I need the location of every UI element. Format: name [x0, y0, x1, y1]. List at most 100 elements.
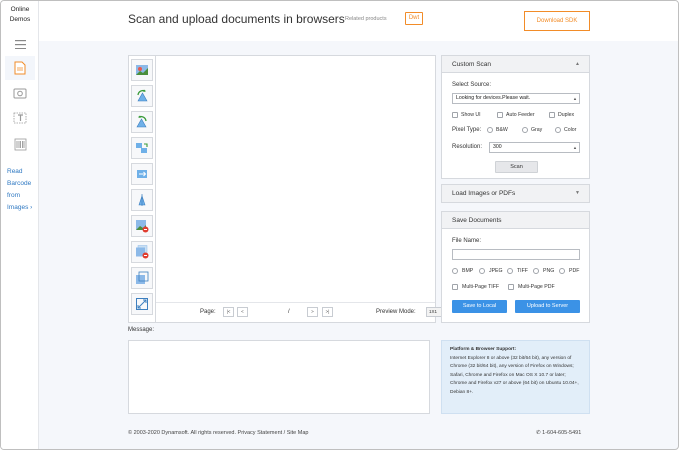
- select-image-icon[interactable]: [131, 59, 153, 81]
- resolution-select[interactable]: 300 ▲: [489, 142, 580, 153]
- left-sidebar: Online Demos Read Barcode from Images ›: [1, 1, 39, 449]
- platform-support-title: Platform & Browser Support:: [450, 347, 517, 352]
- mirror-icon[interactable]: [131, 137, 153, 159]
- custom-scan-panel: Custom Scan ▲ Select Source: Looking for…: [441, 55, 590, 179]
- source-select-value: Looking for devices.Please wait.: [456, 95, 531, 101]
- multipage-pdf-checkbox[interactable]: [508, 284, 514, 290]
- footer-phone-number: 1-604-605-5491: [542, 430, 582, 436]
- brand-line2: Demos: [9, 16, 31, 23]
- footer-phone: ✆ 1-604-605-5491: [536, 430, 581, 436]
- remove-all-icon[interactable]: [131, 241, 153, 263]
- viewer-toolbar: [129, 56, 156, 322]
- multipage-tiff-label: Multi-Page TIFF: [462, 284, 500, 290]
- footer-copyright: © 2003-2020 Dynamsoft. All rights reserv…: [128, 430, 309, 436]
- multipage-tiff-checkbox[interactable]: [452, 284, 458, 290]
- file-name-input[interactable]: [452, 249, 580, 260]
- brand-line1: Online: [10, 6, 30, 13]
- bmp-radio[interactable]: [452, 268, 458, 274]
- gray-label: Gray: [531, 127, 543, 133]
- save-documents-panel: Save Documents File Name: BMP JPEG TIFF …: [441, 211, 590, 323]
- source-select[interactable]: Looking for devices.Please wait. ▲: [452, 93, 580, 104]
- auto-feeder-label: Auto Feeder: [506, 112, 535, 118]
- save-to-local-button[interactable]: Save to Local: [452, 300, 507, 313]
- barcode-icon[interactable]: [10, 134, 30, 154]
- jpeg-label: JPEG: [489, 268, 503, 274]
- save-documents-title: Save Documents: [452, 217, 502, 224]
- read-barcode-line: Read: [7, 168, 23, 175]
- show-ui-label: Show UI: [461, 112, 481, 118]
- custom-scan-title: Custom Scan: [452, 61, 492, 68]
- png-radio[interactable]: [533, 268, 539, 274]
- preview-mode-label: Preview Mode:: [376, 309, 416, 315]
- read-barcode-line: Images ›: [7, 204, 33, 211]
- menu-icon[interactable]: [10, 34, 30, 54]
- color-label: Color: [564, 127, 577, 133]
- select-arrow-icon: ▲: [573, 96, 577, 101]
- fit-window-icon[interactable]: [131, 293, 153, 315]
- webcam-icon[interactable]: [10, 83, 30, 103]
- change-size-icon[interactable]: [131, 267, 153, 289]
- platform-support-box: Platform & Browser Support: Internet Exp…: [441, 340, 590, 414]
- duplex-label: Duplex: [558, 112, 575, 118]
- page-label: Page:: [200, 309, 216, 315]
- color-radio[interactable]: [555, 127, 561, 133]
- next-page-button[interactable]: >: [307, 307, 318, 317]
- read-barcode-link[interactable]: Read Barcode from Images ›: [7, 166, 32, 214]
- tiff-label: TIFF: [517, 268, 528, 274]
- previous-page-button[interactable]: <: [237, 307, 248, 317]
- save-documents-header[interactable]: Save Documents: [442, 212, 589, 229]
- ocr-text-icon[interactable]: [10, 108, 30, 128]
- select-arrow-icon: ▲: [573, 145, 577, 150]
- scan-document-icon[interactable]: [5, 56, 35, 80]
- pdf-radio[interactable]: [559, 268, 565, 274]
- load-images-title: Load Images or PDFs: [452, 190, 516, 197]
- pdf-label: PDF: [569, 268, 580, 274]
- related-products-label: Related products: [345, 16, 387, 22]
- pixel-type-label: Pixel Type:: [452, 127, 482, 133]
- phone-icon: ✆: [536, 430, 541, 436]
- page-separator: /: [288, 309, 290, 315]
- resolution-label: Resolution:: [452, 144, 483, 150]
- bmp-label: BMP: [462, 268, 474, 274]
- jpeg-radio[interactable]: [479, 268, 485, 274]
- page-title: Scan and upload documents in browsers: [128, 12, 345, 26]
- collapse-caret-icon[interactable]: ▲: [575, 56, 580, 73]
- message-box[interactable]: [128, 340, 430, 414]
- brand[interactable]: Online Demos: [3, 5, 37, 25]
- load-images-panel[interactable]: Load Images or PDFs ▼: [441, 184, 590, 203]
- first-page-button[interactable]: |<: [223, 307, 234, 317]
- last-page-button[interactable]: >|: [322, 307, 333, 317]
- gray-radio[interactable]: [522, 127, 528, 133]
- select-source-label: Select Source:: [452, 82, 492, 88]
- load-images-header[interactable]: Load Images or PDFs ▼: [442, 185, 589, 202]
- rotate-right-icon[interactable]: [131, 111, 153, 133]
- page-navigator: Page: |< < / > >| Preview Mode: 1X1: [156, 302, 444, 322]
- remove-image-icon[interactable]: [131, 215, 153, 237]
- show-ui-checkbox[interactable]: [452, 112, 458, 118]
- flip-icon[interactable]: [131, 163, 153, 185]
- image-viewer[interactable]: Page: |< < / > >| Preview Mode: 1X1: [128, 55, 444, 323]
- file-name-label: File Name:: [452, 238, 482, 244]
- app-frame: Online Demos Read Barcode from Images › …: [0, 0, 679, 450]
- dwt-product-logo[interactable]: Dwt: [405, 12, 423, 25]
- png-label: PNG: [543, 268, 555, 274]
- tiff-radio[interactable]: [507, 268, 513, 274]
- custom-scan-header[interactable]: Custom Scan ▲: [442, 56, 589, 73]
- expand-caret-icon[interactable]: ▼: [575, 185, 580, 202]
- page-header: Scan and upload documents in browsers Re…: [39, 1, 678, 41]
- message-label: Message:: [128, 327, 155, 333]
- upload-to-server-button[interactable]: Upload to Server: [515, 300, 580, 313]
- read-barcode-line: Barcode: [7, 180, 32, 187]
- multipage-pdf-label: Multi-Page PDF: [518, 284, 555, 290]
- crop-icon[interactable]: [131, 189, 153, 211]
- bw-radio[interactable]: [487, 127, 493, 133]
- auto-feeder-checkbox[interactable]: [497, 112, 503, 118]
- bw-label: B&W: [496, 127, 508, 133]
- duplex-checkbox[interactable]: [549, 112, 555, 118]
- current-page: /: [288, 309, 290, 315]
- download-sdk-button[interactable]: Download SDK: [524, 11, 590, 31]
- rotate-left-icon[interactable]: [131, 85, 153, 107]
- platform-support-text: Internet Explorer 8 or above (32 bit/64 …: [450, 355, 579, 395]
- read-barcode-line: from: [7, 192, 20, 199]
- scan-button[interactable]: Scan: [495, 161, 538, 173]
